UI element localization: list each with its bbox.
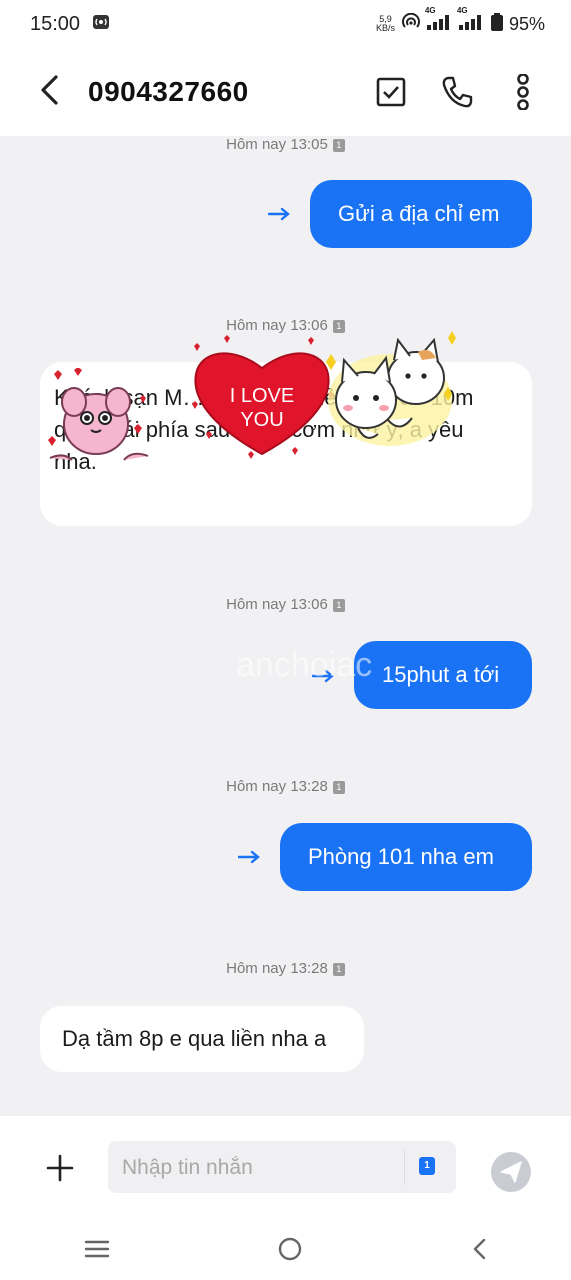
net-speed: 5,9 KB/s [375,14,395,33]
sent-arrow-icon [268,207,290,221]
message-timestamp: Hôm nay 13:28 1 [0,778,571,795]
hugging-cats-sticker [326,331,456,446]
add-attachment-icon[interactable] [46,1154,74,1182]
sim-icon: 1 [332,780,345,794]
sim-icon: 1 [332,598,345,612]
pink-creature-sticker [48,368,149,461]
home-icon[interactable] [277,1236,303,1262]
battery-icon [490,12,503,36]
i-love-you-heart-sticker: I LOVE YOU [192,335,334,459]
contact-number: 0904327660 [88,76,249,107]
system-navigation-bar [0,1218,571,1280]
message-composer: 1 [0,1116,571,1224]
incoming-message[interactable]: Dạ tầm 8p e qua liền nha a [40,1006,364,1072]
svg-text:YOU: YOU [240,409,283,431]
message-timestamp: Hôm nay 13:28 1 [0,960,571,977]
outgoing-message[interactable]: 15phut a tới [354,641,532,709]
message-timestamp: Hôm nay 13:06 1 [0,317,571,334]
send-icon[interactable] [490,1151,532,1193]
sim-icon: 1 [332,962,345,976]
back-arrow-icon[interactable] [38,74,60,111]
message-timestamp: Hôm nay 13:05 1 [0,136,571,153]
message-input[interactable] [120,1141,404,1195]
sent-arrow-icon [238,850,260,864]
hotspot-icon [401,12,421,36]
svg-text:I LOVE: I LOVE [230,385,294,407]
message-list[interactable]: Hôm nay 13:05 1 Gửi a địa chỉ em Hôm nay … [0,136,571,1116]
radio-icon [92,13,110,36]
clock: 15:00 [30,12,81,35]
message-timestamp: Hôm nay 13:06 1 [0,596,571,613]
phone-call-icon[interactable] [437,72,477,112]
select-checkbox-icon[interactable] [371,72,411,112]
signal-1-icon: 4G [425,6,453,35]
sim-select-icon[interactable]: 1 [419,1157,435,1175]
more-options-icon[interactable] [503,72,543,112]
back-icon[interactable] [470,1237,488,1261]
menu-icon[interactable] [84,1239,110,1259]
status-bar: 15:00 5,9 KB/s 4G 4G 95% [0,0,571,48]
message-input-box[interactable]: 1 [108,1141,456,1195]
signal-2-icon: 4G [457,6,485,35]
outgoing-message[interactable]: Gửi a địa chỉ em [310,180,532,248]
sim-icon: 1 [332,138,345,152]
battery-level: 95% [508,13,545,34]
conversation-header: 0904327660 [0,48,571,136]
outgoing-message[interactable]: Phòng 101 nha em [280,823,532,891]
watermark: anchoiac [236,646,373,684]
